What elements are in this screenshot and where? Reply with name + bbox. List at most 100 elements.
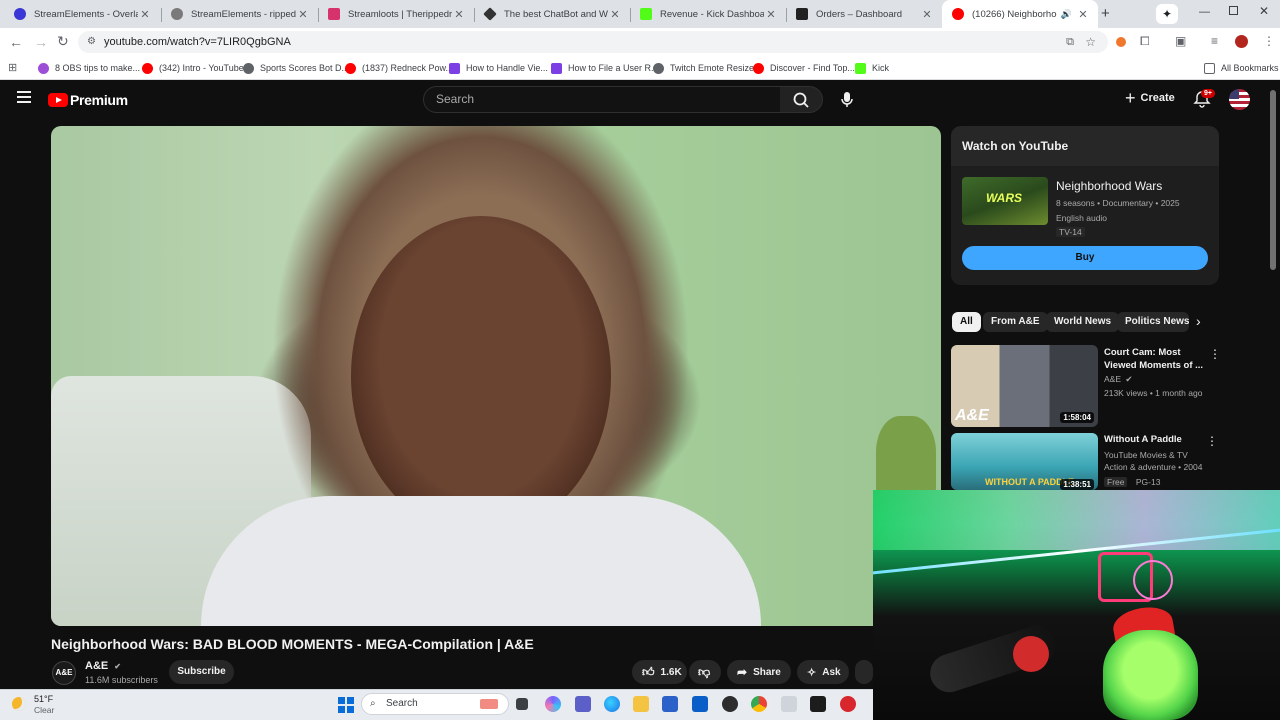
tab-streamloots[interactable]: Streamloots | Therippedredneck ✕: [318, 0, 474, 28]
bookmark-item[interactable]: 8 OBS tips to make...: [38, 56, 140, 80]
share-button[interactable]: ➦ Share: [727, 660, 791, 684]
close-tab-icon[interactable]: ✕: [1076, 8, 1090, 21]
like-button[interactable]: 👍︎ 1.6K: [632, 660, 687, 684]
youtube-premium-logo[interactable]: Premium: [70, 92, 128, 108]
bookmark-item[interactable]: (1837) Redneck Pow...: [345, 56, 453, 80]
recommendation-thumbnail[interactable]: A&E 1:58:04: [951, 345, 1098, 427]
chip-from-ae[interactable]: From A&E: [983, 312, 1048, 332]
chip-world-news[interactable]: World News: [1046, 312, 1120, 332]
file-explorer-icon[interactable]: [633, 696, 649, 712]
profile-avatar[interactable]: [1235, 35, 1248, 48]
subscribe-button[interactable]: Subscribe: [169, 660, 234, 684]
show-title[interactable]: Neighborhood Wars: [1056, 179, 1162, 193]
apps-grid-icon[interactable]: ⊞: [8, 61, 17, 74]
close-window-icon[interactable]: ✕: [1259, 4, 1269, 18]
youtube-search-button[interactable]: [780, 86, 823, 113]
hamburger-menu-icon[interactable]: [17, 91, 31, 103]
speaker-icon[interactable]: 🔊: [1061, 9, 1072, 20]
voice-search-mic-icon[interactable]: [836, 87, 858, 111]
obs-icon[interactable]: [722, 696, 738, 712]
windows-start-icon[interactable]: [338, 697, 354, 713]
install-app-icon[interactable]: ⧉: [1066, 31, 1074, 53]
tab-kick-revenue[interactable]: Revenue - Kick Dashboard ✕: [630, 0, 786, 28]
site-info-icon[interactable]: ⚙: [87, 31, 96, 53]
bookmark-item[interactable]: How to Handle Vie...: [449, 56, 548, 80]
channel-avatar[interactable]: A&E: [52, 661, 76, 685]
close-tab-icon[interactable]: ✕: [452, 8, 466, 21]
save-button[interactable]: [855, 660, 873, 684]
ask-button[interactable]: ✧ Ask: [797, 660, 849, 684]
bookmark-item[interactable]: Kick: [855, 56, 889, 80]
gemini-sparkle-icon[interactable]: ✦: [1156, 4, 1178, 24]
minimize-icon[interactable]: —: [1199, 6, 1210, 18]
teams-icon[interactable]: [575, 696, 591, 712]
media-control-icon[interactable]: ≡: [1211, 34, 1218, 48]
close-tab-icon[interactable]: ✕: [920, 8, 934, 21]
buy-button[interactable]: Buy: [962, 246, 1208, 270]
youtube-logo-icon[interactable]: [48, 93, 68, 107]
account-avatar[interactable]: [1229, 89, 1250, 110]
tab-orders-dashboard[interactable]: Orders – Dashboard ✕: [786, 0, 942, 28]
recommendation-title[interactable]: Without A Paddle: [1104, 434, 1182, 445]
chip-politics-news[interactable]: Politics News: [1117, 312, 1189, 332]
url-bar[interactable]: ⚙ youtube.com/watch?v=7LIR0QgbGNA ⧉ ☆: [78, 31, 1108, 53]
task-view-icon[interactable]: [516, 698, 528, 710]
bookmark-item[interactable]: Discover - Find Top...: [753, 56, 855, 80]
dislike-button[interactable]: 👎︎: [689, 660, 721, 684]
youtube-search-input[interactable]: Search: [423, 86, 781, 113]
forward-arrow-icon[interactable]: →: [34, 34, 48, 50]
recommendation-channel[interactable]: A&E ✔: [1104, 374, 1133, 385]
thumbs-down-icon: 👎︎: [698, 664, 711, 679]
channel-name[interactable]: A&E ✔: [85, 660, 121, 672]
close-tab-icon[interactable]: ✕: [296, 8, 310, 21]
show-thumbnail[interactable]: WARS: [962, 177, 1048, 225]
terminal-icon[interactable]: [810, 696, 826, 712]
chip-all[interactable]: All: [952, 312, 981, 332]
subscriber-count: 11.6M subscribers: [85, 675, 158, 685]
new-tab-icon[interactable]: +: [1101, 5, 1110, 22]
bookmark-star-icon[interactable]: ☆: [1085, 31, 1096, 53]
bookmark-item[interactable]: How to File a User R...: [551, 56, 659, 80]
edge-icon[interactable]: [604, 696, 620, 712]
bookmark-item[interactable]: (342) Intro - YouTube: [142, 56, 244, 80]
more-actions-icon[interactable]: ⋮: [1206, 434, 1218, 448]
more-actions-icon[interactable]: ⋮: [1209, 347, 1221, 361]
reload-icon[interactable]: ↻: [57, 33, 69, 50]
microsoft-store-icon[interactable]: [662, 696, 678, 712]
extension-icon[interactable]: [1116, 37, 1126, 47]
bookmark-item[interactable]: Sports Scores Bot D...: [243, 56, 349, 80]
extensions-puzzle-icon[interactable]: ⧠: [1140, 34, 1150, 49]
create-button[interactable]: + Create: [1125, 89, 1175, 107]
close-tab-icon[interactable]: ✕: [764, 8, 778, 21]
tab-streamelements-overlays[interactable]: StreamElements - Overlays ✕: [4, 0, 160, 28]
content-rating-badge: PG-13: [1135, 477, 1161, 487]
recommendation-title[interactable]: Court Cam: Most Viewed Moments of ...: [1104, 346, 1204, 372]
side-panel-icon[interactable]: ▣: [1175, 34, 1186, 48]
close-tab-icon[interactable]: ✕: [608, 8, 622, 21]
notification-count-badge: 9+: [1201, 89, 1215, 98]
all-bookmarks-folder[interactable]: All Bookmarks: [1204, 56, 1279, 80]
close-tab-icon[interactable]: ✕: [138, 8, 152, 21]
tab-youtube-active[interactable]: (10266) Neighborhood Wars 🔊 ✕: [942, 0, 1098, 28]
back-arrow-icon[interactable]: ←: [9, 34, 23, 50]
outlook-icon[interactable]: [692, 696, 708, 712]
bookmark-item[interactable]: Twitch Emote Resizer: [653, 56, 757, 80]
recommendation-channel[interactable]: YouTube Movies & TV: [1104, 450, 1188, 460]
app-icon[interactable]: [840, 696, 856, 712]
app-icon[interactable]: [781, 696, 797, 712]
recommendation-thumbnail[interactable]: WITHOUT A PADDLE 1:38:51: [951, 433, 1098, 490]
tab-streamelements-rippedredneck[interactable]: StreamElements - rippedredneck ✕: [161, 0, 318, 28]
weather-temperature[interactable]: 51°F: [34, 694, 53, 704]
chrome-icon[interactable]: [751, 696, 767, 712]
more-menu-icon[interactable]: ⋮: [1263, 34, 1275, 48]
page-scrollbar-thumb[interactable]: [1270, 90, 1276, 270]
weather-moon-icon[interactable]: [12, 697, 26, 711]
video-player[interactable]: [51, 126, 941, 626]
obs-icon: [38, 62, 49, 74]
maximize-icon[interactable]: [1229, 6, 1238, 15]
copilot-icon[interactable]: [545, 696, 561, 712]
tab-chatbot-widgets[interactable]: The best ChatBot and Widgets ✕: [474, 0, 630, 28]
chevron-right-icon[interactable]: ›: [1196, 313, 1201, 329]
taskbar-search-box[interactable]: ⌕ Search: [361, 693, 509, 715]
streamelements-icon: [14, 8, 26, 20]
